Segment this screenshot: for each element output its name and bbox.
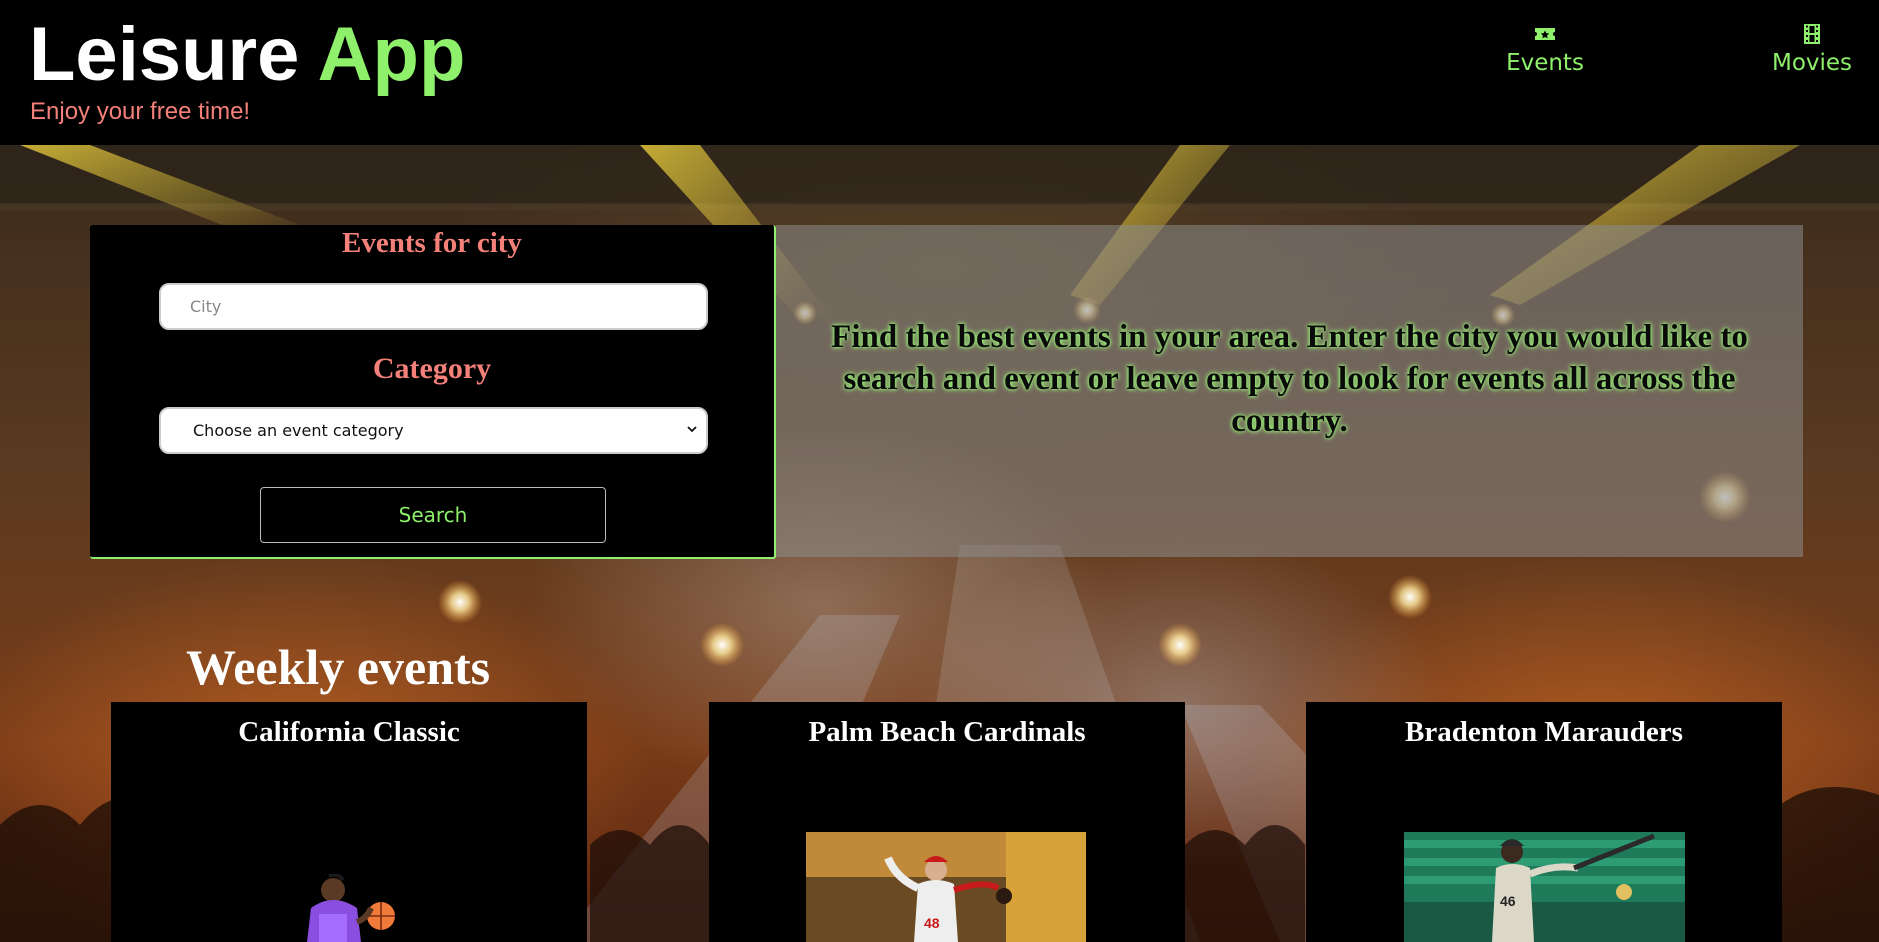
- event-card-title: Bradenton Marauders: [1405, 716, 1683, 748]
- category-select-value: Choose an event category: [193, 421, 404, 440]
- event-card[interactable]: Bradenton Marauders 46: [1306, 702, 1782, 942]
- basketball-player-image: [289, 874, 405, 942]
- info-text: Find the best events in your area. Enter…: [831, 319, 1748, 439]
- info-box: Find the best events in your area. Enter…: [776, 225, 1803, 557]
- brand-accent: App: [317, 12, 466, 97]
- app-header: Leisure App Enjoy your free time! Events…: [0, 0, 1879, 145]
- chevron-down-icon: [687, 426, 697, 433]
- event-card-title: California Classic: [238, 716, 460, 748]
- city-input[interactable]: [159, 283, 708, 330]
- nav-movies-link[interactable]: Movies: [1771, 24, 1853, 76]
- svg-text:48: 48: [924, 915, 940, 931]
- event-card[interactable]: Palm Beach Cardinals 48: [709, 702, 1185, 942]
- film-icon: [1804, 24, 1820, 44]
- weekly-events-heading: Weekly events: [186, 639, 491, 695]
- event-card[interactable]: California Classic: [111, 702, 587, 942]
- city-heading: Events for city: [342, 227, 522, 259]
- nav-movies-label: Movies: [1771, 50, 1853, 76]
- nav-events-link[interactable]: Events: [1506, 24, 1584, 76]
- tagline: Enjoy your free time!: [30, 98, 251, 125]
- baseball-batter-image: 46: [1404, 832, 1685, 942]
- baseball-pitcher-image: 48: [806, 832, 1086, 942]
- nav-events-label: Events: [1506, 50, 1584, 76]
- category-heading: Category: [372, 352, 492, 385]
- event-card-title: Palm Beach Cardinals: [808, 716, 1086, 748]
- svg-text:46: 46: [1500, 893, 1516, 909]
- search-button[interactable]: Search: [260, 487, 606, 543]
- brand-primary: Leisure: [29, 12, 300, 97]
- ticket-icon: [1535, 28, 1555, 40]
- app-logo[interactable]: Leisure App: [29, 14, 465, 96]
- category-select[interactable]: Choose an event category: [159, 407, 708, 454]
- search-panel: Events for city Category Choose an event…: [90, 225, 776, 559]
